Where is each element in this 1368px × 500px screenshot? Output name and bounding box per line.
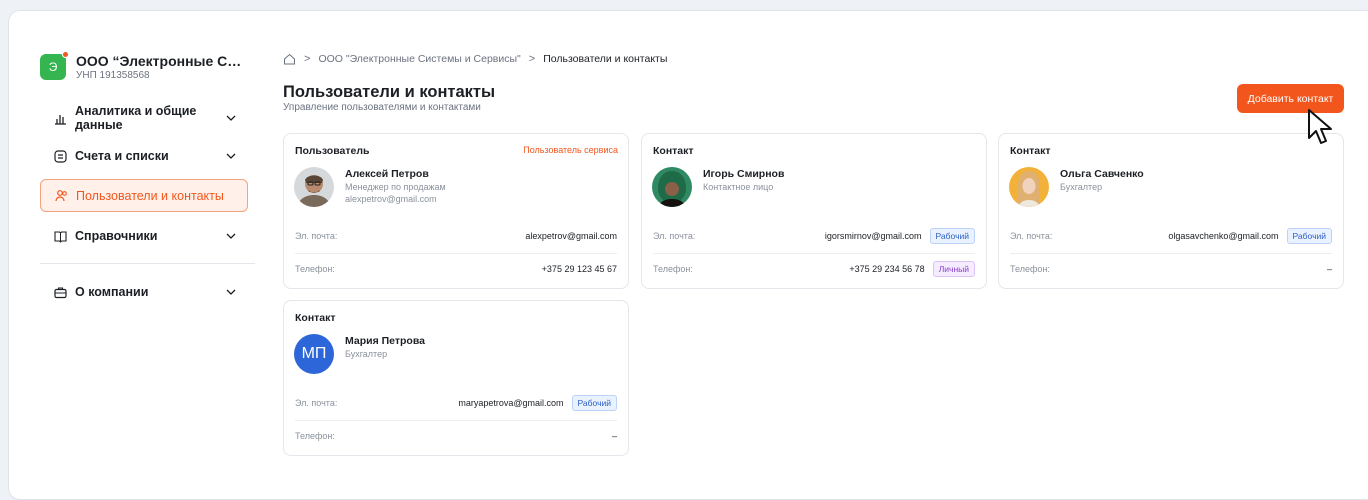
- phone-label: Телефон:: [295, 264, 335, 274]
- email-row: Эл. почта: igorsmirnov@gmail.com Рабочий: [653, 227, 975, 245]
- phone-value: –: [1326, 264, 1332, 274]
- phone-label: Телефон:: [653, 264, 693, 274]
- card-type: Пользователь: [295, 145, 370, 157]
- email-label: Эл. почта:: [1010, 231, 1053, 241]
- company-name: ООО “Электронные Сист...: [76, 53, 248, 69]
- row-divider: [295, 420, 617, 421]
- sidebar-item-label: Справочники: [75, 229, 158, 243]
- phone-value: –: [611, 431, 617, 441]
- sidebar-item-label: Счета и списки: [75, 149, 169, 163]
- contact-role: Менеджер по продажам: [345, 182, 446, 192]
- sidebar-item-invoices[interactable]: Счета и списки: [40, 148, 248, 164]
- email-row: Эл. почта: maryapetrova@gmail.com Рабочи…: [295, 394, 617, 412]
- work-tag: Рабочий: [929, 228, 975, 244]
- sidebar-item-company[interactable]: О компании: [40, 284, 248, 300]
- company-initial: Э: [48, 60, 58, 74]
- sidebar-item-label: Пользователи и контакты: [76, 188, 224, 203]
- chevron-down-icon[interactable]: [224, 149, 238, 163]
- sidebar-item-label: О компании: [75, 285, 149, 299]
- card-type: Контакт: [295, 312, 336, 324]
- avatar: [294, 167, 334, 207]
- email-label: Эл. почта:: [653, 231, 696, 241]
- mouse-cursor-icon: [1308, 109, 1332, 144]
- work-tag: Рабочий: [571, 395, 617, 411]
- chevron-down-icon[interactable]: [224, 285, 238, 299]
- phone-label: Телефон:: [1010, 264, 1050, 274]
- company-logo: Э: [40, 51, 69, 80]
- avatar-initials: МП: [294, 334, 334, 374]
- breadcrumb-separator: >: [528, 53, 536, 65]
- email-label: Эл. почта:: [295, 231, 338, 241]
- book-icon: [53, 229, 67, 243]
- row-divider: [653, 253, 975, 254]
- phone-row: Телефон: +375 29 123 45 67: [295, 260, 617, 278]
- contact-role: Контактное лицо: [703, 182, 774, 192]
- contact-name: Алексей Петров: [345, 168, 429, 180]
- contact-role: Бухгалтер: [1060, 182, 1103, 192]
- contact-name: Игорь Смирнов: [703, 168, 785, 180]
- sidebar-item-label: Аналитика и общие данные: [75, 104, 197, 132]
- contact-card[interactable]: Контакт МП Мария Петрова Бухгалтер Эл. п…: [283, 300, 629, 456]
- contact-card[interactable]: Контакт Игорь Смирнов Контактное лицо Эл…: [641, 133, 987, 289]
- email-row: Эл. почта: alexpetrov@gmail.com: [295, 227, 617, 245]
- email-row: Эл. почта: olgasavchenko@gmail.com Рабоч…: [1010, 227, 1332, 245]
- breadcrumb-separator: >: [304, 53, 311, 65]
- notification-dot: [62, 51, 69, 58]
- sidebar-item-directories[interactable]: Справочники: [40, 228, 248, 244]
- company-unp: УНП 191358568: [76, 70, 150, 81]
- email-label: Эл. почта:: [295, 398, 338, 408]
- contact-name: Ольга Савченко: [1060, 168, 1144, 180]
- chevron-down-icon[interactable]: [224, 111, 238, 125]
- contact-name: Мария Петрова: [345, 335, 426, 347]
- page-subtitle: Управление пользователями и контактами: [283, 102, 481, 113]
- breadcrumb-company[interactable]: ООО "Электронные Системы и Сервисы": [318, 53, 520, 65]
- users-icon: [54, 189, 68, 203]
- home-icon[interactable]: [283, 53, 296, 65]
- email-value[interactable]: igorsmirnov@gmail.com: [825, 231, 922, 241]
- breadcrumb-current: Пользователи и контакты: [543, 53, 668, 65]
- briefcase-icon: [53, 285, 67, 299]
- user-card[interactable]: Пользователь Пользователь сервиса Алексе…: [283, 133, 629, 289]
- card-type: Контакт: [653, 145, 694, 157]
- contact-card[interactable]: Контакт Ольга Савченко Бухгалтер Эл. поч…: [998, 133, 1344, 289]
- sidebar-item-users-contacts[interactable]: Пользователи и контакты: [40, 179, 248, 212]
- chart-icon: [53, 111, 67, 125]
- phone-row: Телефон: +375 29 234 56 78 Личный: [653, 260, 975, 278]
- phone-value[interactable]: +375 29 123 45 67: [542, 264, 617, 274]
- list-icon: [53, 149, 67, 163]
- contact-role: Бухгалтер: [345, 349, 388, 359]
- service-user-badge: Пользователь сервиса: [523, 145, 618, 155]
- phone-value[interactable]: +375 29 234 56 78: [849, 264, 924, 274]
- sidebar-divider: [40, 263, 255, 264]
- email-value[interactable]: alexpetrov@gmail.com: [525, 231, 617, 241]
- avatar: [1009, 167, 1049, 207]
- sidebar-item-analytics[interactable]: Аналитика и общие данные: [40, 104, 248, 132]
- email-value[interactable]: olgasavchenko@gmail.com: [1168, 231, 1278, 241]
- work-tag: Рабочий: [1286, 228, 1332, 244]
- chevron-down-icon[interactable]: [224, 229, 238, 243]
- phone-row: Телефон: –: [295, 427, 617, 445]
- row-divider: [1010, 253, 1332, 254]
- row-divider: [295, 253, 617, 254]
- personal-tag: Личный: [932, 261, 975, 277]
- email-value[interactable]: maryapetrova@gmail.com: [458, 398, 563, 408]
- page-title: Пользователи и контакты: [283, 83, 496, 101]
- company-switcher[interactable]: Э ООО “Электронные Сист... УНП 191358568: [40, 51, 248, 81]
- contact-sub-email: alexpetrov@gmail.com: [345, 194, 437, 204]
- card-type: Контакт: [1010, 145, 1051, 157]
- avatar: [652, 167, 692, 207]
- breadcrumb: > ООО "Электронные Системы и Сервисы" > …: [283, 53, 667, 65]
- phone-label: Телефон:: [295, 431, 335, 441]
- phone-row: Телефон: –: [1010, 260, 1332, 278]
